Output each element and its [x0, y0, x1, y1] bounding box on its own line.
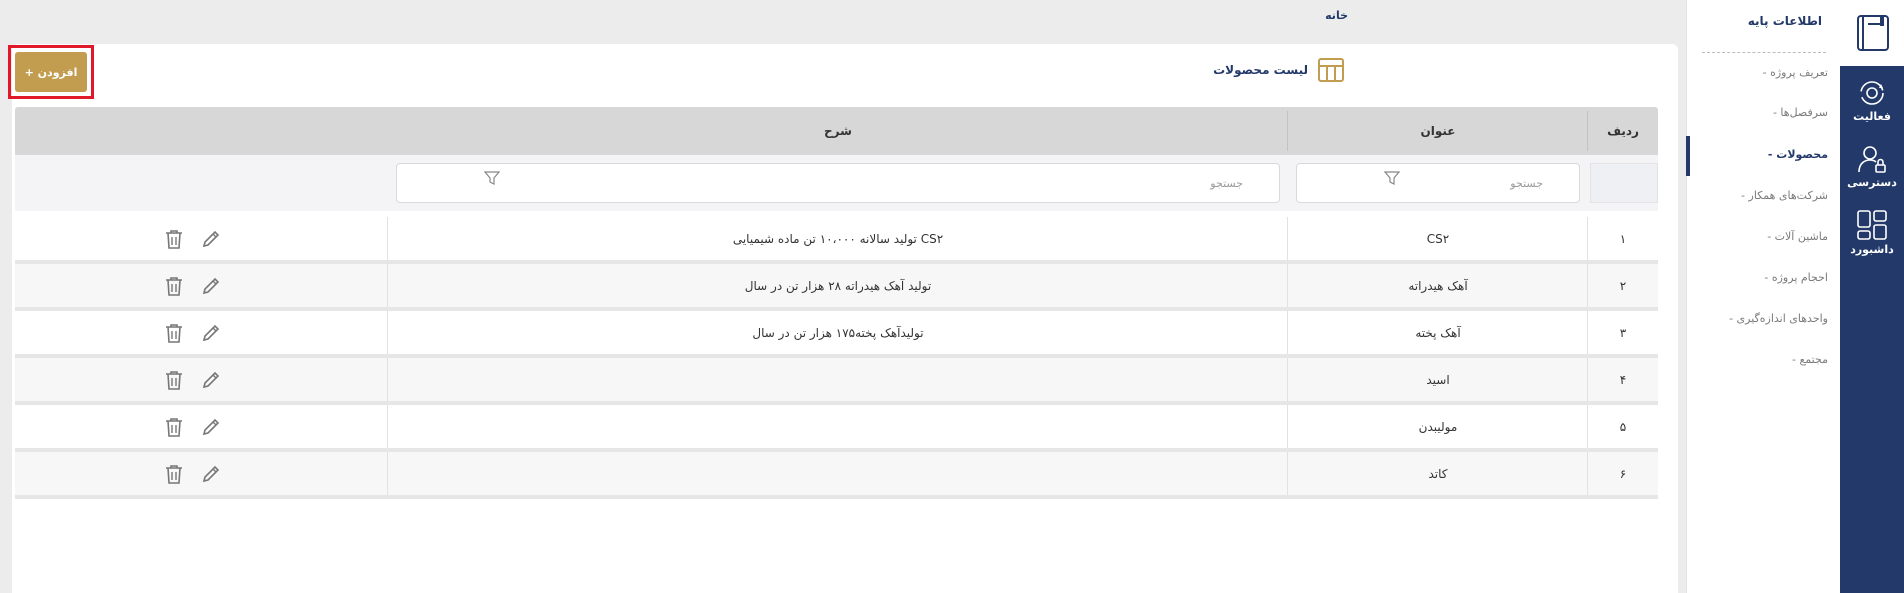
row-actions: [165, 217, 221, 260]
cell-title: اسید: [1426, 372, 1450, 387]
pencil-edit-icon[interactable]: [201, 370, 221, 390]
user-lock-icon: [1858, 145, 1886, 173]
rail-item-access-label: دسترسی: [1847, 175, 1897, 189]
cell-divider: [387, 264, 388, 307]
submenu-item-project-definition[interactable]: - تعریف پروژه: [1763, 66, 1828, 79]
submenu-item-headings[interactable]: - سرفصل‌ها: [1773, 106, 1828, 119]
header-row-number[interactable]: ردیف: [1588, 107, 1658, 155]
cell-row-number: ۳: [1619, 325, 1627, 340]
rail-item-activity-label: فعالیت: [1853, 109, 1891, 123]
row-actions: [165, 264, 221, 307]
row-actions: [165, 358, 221, 401]
cell-divider: [387, 217, 388, 260]
cell-description: [388, 405, 1288, 448]
dashboard-grid-icon: [1857, 209, 1887, 240]
description-filter-icon[interactable]: [484, 170, 500, 186]
cell-title: کاتد: [1428, 466, 1448, 481]
pencil-edit-icon[interactable]: [201, 229, 221, 249]
page-title: لیست محصولات: [1213, 63, 1308, 77]
row-actions: [165, 405, 221, 448]
trash-icon[interactable]: [165, 464, 183, 484]
description-search-input[interactable]: [396, 163, 1280, 203]
gear-refresh-icon: [1860, 80, 1884, 105]
filter-row: [15, 155, 1658, 211]
trash-icon[interactable]: [165, 417, 183, 437]
trash-icon[interactable]: [165, 370, 183, 390]
rail-item-activity[interactable]: فعالیت: [1840, 68, 1904, 132]
pencil-edit-icon[interactable]: [201, 417, 221, 437]
cell-divider: [387, 358, 388, 401]
submenu-divider: [1702, 52, 1826, 53]
submenu-item-measurement-units[interactable]: - واحدهای اندازه‌گیری: [1729, 312, 1828, 325]
rail-home-slot[interactable]: [1840, 0, 1904, 66]
pencil-edit-icon[interactable]: [201, 276, 221, 296]
table-row[interactable]: ۲ آهک هیدراته تولید آهک هیدراته ۲۸ هزار …: [15, 264, 1658, 311]
table-header: ردیف عنوان شرح: [15, 107, 1658, 155]
submenu-active-indicator: [1686, 136, 1690, 176]
cell-divider: [387, 311, 388, 354]
table-body: ۱ CS۲ تولید سالانه ۱۰،۰۰۰ تن ماده شیمیای…: [15, 217, 1658, 499]
submenu-item-machinery[interactable]: - ماشین آلات: [1767, 230, 1828, 243]
row-actions: [165, 311, 221, 354]
panel-header: لیست محصولات: [1213, 58, 1344, 82]
cell-row-number: ۱: [1619, 231, 1627, 246]
table-row[interactable]: ۳ آهک پخته تولیدآهک پخته۱۷۵ هزار تن در س…: [15, 311, 1658, 358]
title-search-input[interactable]: [1296, 163, 1580, 203]
cell-description: تولید سالانه ۱۰،۰۰۰ تن ماده شیمیایی CS۲: [732, 231, 944, 246]
pencil-edit-icon[interactable]: [201, 464, 221, 484]
trash-icon[interactable]: [165, 229, 183, 249]
book-icon: [1857, 15, 1889, 51]
title-filter-icon[interactable]: [1384, 170, 1400, 186]
submenu-title: اطلاعات پایه: [1747, 14, 1822, 28]
filter-cell-empty: [1590, 163, 1658, 203]
table-row[interactable]: ۱ CS۲ تولید سالانه ۱۰،۰۰۰ تن ماده شیمیای…: [15, 217, 1658, 264]
cell-title: آهک هیدراته: [1408, 278, 1468, 293]
submenu-item-complex[interactable]: - مجتمع: [1792, 353, 1828, 366]
table-row[interactable]: ۵ مولیبدن: [15, 405, 1658, 452]
row-actions: [165, 452, 221, 495]
products-table: ردیف عنوان شرح ۱ CS۲ تولید سالانه ۱۰،۰۰۰…: [15, 107, 1658, 499]
submenu-item-products[interactable]: - محصولات: [1768, 148, 1828, 161]
pencil-edit-icon[interactable]: [201, 323, 221, 343]
header-description[interactable]: شرح: [388, 107, 1288, 155]
trash-icon[interactable]: [165, 276, 183, 296]
rail-item-dashboard-label: داشبورد: [1850, 242, 1894, 256]
submenu-item-partner-companies[interactable]: - شرکت‌های همکار: [1741, 189, 1828, 202]
submenu-item-project-volumes[interactable]: - احجام پروژه: [1764, 271, 1828, 284]
cell-title: مولیبدن: [1418, 419, 1458, 434]
cell-row-number: ۵: [1619, 419, 1627, 434]
cell-divider: [387, 452, 388, 495]
add-button[interactable]: + افزودن: [15, 52, 87, 92]
cell-row-number: ۴: [1619, 372, 1627, 387]
cell-row-number: ۶: [1619, 466, 1627, 481]
cell-row-number: ۲: [1619, 278, 1627, 293]
table-row[interactable]: ۶ کاتد: [15, 452, 1658, 499]
cell-title: CS۲: [1426, 231, 1450, 246]
icon-rail: فعالیت دسترسی داشبورد: [1840, 0, 1904, 593]
cell-description: تولید آهک هیدراته ۲۸ هزار تن در سال: [744, 278, 932, 293]
rail-item-dashboard[interactable]: داشبورد: [1840, 200, 1904, 264]
cell-description: تولیدآهک پخته۱۷۵ هزار تن در سال: [752, 325, 924, 340]
cell-divider: [387, 405, 388, 448]
cell-description: [388, 452, 1288, 495]
cell-description: [388, 358, 1288, 401]
table-row[interactable]: ۴ اسید: [15, 358, 1658, 405]
rail-item-access[interactable]: دسترسی: [1840, 134, 1904, 198]
settings-submenu: اطلاعات پایه - تعریف پروژه - سرفصل‌ها - …: [1686, 0, 1840, 593]
breadcrumb[interactable]: خانه: [1325, 9, 1348, 22]
trash-icon[interactable]: [165, 323, 183, 343]
header-title[interactable]: عنوان: [1288, 107, 1588, 155]
cell-title: آهک پخته: [1415, 325, 1461, 340]
table-icon: [1318, 58, 1344, 82]
